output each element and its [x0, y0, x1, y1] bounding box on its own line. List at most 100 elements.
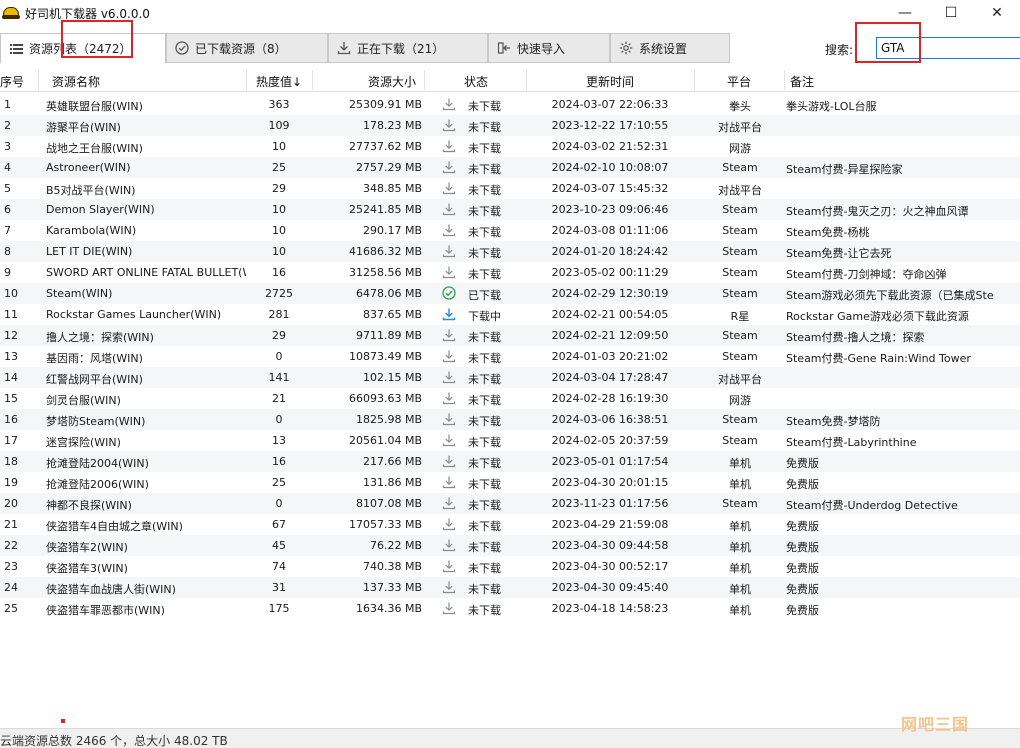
download-icon[interactable] — [442, 370, 458, 384]
download-icon[interactable] — [442, 118, 458, 132]
cell-platform: 单机 — [729, 604, 751, 617]
table-row[interactable]: 10 Steam(WIN) 2725 6478.06 MB 已下载 2024-02-29 … — [0, 283, 1020, 304]
cell-name: Demon Slayer(WIN) — [46, 203, 155, 216]
table-row[interactable]: 20 神都不良探(WIN) 0 8107.08 MB 未下载 2023-11-23 01:… — [0, 493, 1020, 514]
cell-status: 未下载 — [468, 499, 501, 512]
cell-note: 免费版 — [786, 478, 819, 491]
cell-time: 2024-02-28 16:19:30 — [551, 392, 669, 405]
cell-size: 66093.63 MB — [348, 392, 422, 405]
table-row[interactable]: 24 侠盗猎车血战唐人街(WIN) 31 137.33 MB 未下载 2023-04-30… — [0, 577, 1020, 598]
tab-quick-import[interactable]: 快速导入 — [488, 33, 610, 63]
cell-time: 2024-03-04 17:28:47 — [551, 371, 669, 384]
column-header-time[interactable]: 更新时间 — [586, 73, 634, 90]
table-row[interactable]: 18 抢滩登陆2004(WIN) 16 217.66 MB 未下载 2023-05-01 … — [0, 451, 1020, 472]
download-icon[interactable] — [442, 412, 458, 426]
search-input[interactable] — [876, 37, 1020, 59]
cell-status: 未下载 — [468, 373, 501, 386]
cell-name: 撸人之境：探索(WIN) — [46, 331, 154, 344]
status-text: 云端资源总数 2466 个，总大小 48.02 TB — [0, 734, 228, 748]
cell-size: 740.38 MB — [362, 560, 422, 573]
check-circle-icon[interactable] — [442, 286, 458, 300]
column-header-note[interactable]: 备注 — [790, 73, 814, 90]
cell-name: 梦塔防Steam(WIN) — [46, 415, 146, 428]
download-icon[interactable] — [442, 601, 458, 615]
table-row[interactable]: 12 撸人之境：探索(WIN) 29 9711.89 MB 未下载 2024-02-21 … — [0, 325, 1020, 346]
table-row[interactable]: 5 B5对战平台(WIN) 29 348.85 MB 未下载 2024-03-07 15:… — [0, 178, 1020, 199]
close-button[interactable]: ✕ — [974, 0, 1020, 26]
table-row[interactable]: 17 迷宫探险(WIN) 13 20561.04 MB 未下载 2024-02-05 20… — [0, 430, 1020, 451]
cell-heat: 0 — [275, 413, 283, 426]
download-icon[interactable] — [442, 97, 458, 111]
download-icon[interactable] — [442, 538, 458, 552]
download-icon[interactable] — [442, 181, 458, 195]
tab-label: 资源列表（2472） — [29, 42, 132, 56]
tab-settings[interactable]: 系统设置 — [610, 33, 730, 63]
cell-status: 未下载 — [468, 457, 501, 470]
column-header-name[interactable]: 资源名称 — [52, 73, 100, 90]
table-row[interactable]: 2 游聚平台(WIN) 109 178.23 MB 未下载 2023-12-22 17:1… — [0, 115, 1020, 136]
cell-note: Steam付费-异星探险家 — [786, 163, 903, 176]
download-icon[interactable] — [442, 223, 458, 237]
table-row[interactable]: 22 侠盗猎车2(WIN) 45 76.22 MB 未下载 2023-04-30 09:4… — [0, 535, 1020, 556]
column-header-heat[interactable]: 热度值↓ — [256, 73, 302, 90]
download-icon[interactable] — [442, 328, 458, 342]
download-icon[interactable] — [442, 244, 458, 258]
download-icon[interactable] — [442, 580, 458, 594]
download-icon[interactable] — [442, 454, 458, 468]
minimize-button[interactable]: — — [882, 0, 928, 26]
table-row[interactable]: 15 剑灵台服(WIN) 21 66093.63 MB 未下载 2024-02-28 16… — [0, 388, 1020, 409]
table-row[interactable]: 16 梦塔防Steam(WIN) 0 1825.98 MB 未下载 2024-03-06 … — [0, 409, 1020, 430]
table-row[interactable]: 6 Demon Slayer(WIN) 10 25241.85 MB 未下载 2023-1… — [0, 199, 1020, 220]
column-header-idx[interactable]: 序号 — [0, 73, 24, 90]
download-icon[interactable] — [442, 433, 458, 447]
maximize-button[interactable]: ☐ — [928, 0, 974, 26]
table-row[interactable]: 4 Astroneer(WIN) 25 2757.29 MB 未下载 2024-02-10… — [0, 157, 1020, 178]
cell-status: 未下载 — [468, 478, 501, 491]
tab-downloaded[interactable]: 已下载资源（8） — [166, 33, 328, 63]
download-icon[interactable] — [442, 517, 458, 531]
cell-time: 2024-03-06 16:38:51 — [551, 413, 669, 426]
table-row[interactable]: 8 LET IT DIE(WIN) 10 41686.32 MB 未下载 2024-01-… — [0, 241, 1020, 262]
cell-status: 未下载 — [468, 121, 501, 134]
table-row[interactable]: 9 SWORD ART ONLINE FATAL BULLET(WIN) 16 312… — [0, 262, 1020, 283]
table-row[interactable]: 25 侠盗猎车罪恶都市(WIN) 175 1634.36 MB 未下载 2023-04-1… — [0, 598, 1020, 619]
cell-platform: Steam — [722, 350, 758, 363]
cell-platform: 单机 — [729, 478, 751, 491]
table-row[interactable]: 21 侠盗猎车4自由城之章(WIN) 67 17057.33 MB 未下载 2023-04… — [0, 514, 1020, 535]
table-row[interactable]: 3 战地之王台服(WIN) 10 27737.62 MB 未下载 2024-03-02 2… — [0, 136, 1020, 157]
cell-heat: 31 — [272, 581, 286, 594]
cell-size: 17057.33 MB — [348, 518, 422, 531]
import-icon — [497, 41, 511, 55]
table-row[interactable]: 11 Rockstar Games Launcher(WIN) 281 837.65 … — [0, 304, 1020, 325]
download-icon[interactable] — [442, 265, 458, 279]
download-icon[interactable] — [442, 391, 458, 405]
download-icon[interactable] — [442, 496, 458, 510]
cell-size: 290.17 MB — [362, 224, 422, 237]
list-icon — [9, 42, 23, 56]
cell-note: Steam付费-Gene Rain:Wind Tower — [786, 352, 971, 365]
download-icon[interactable] — [442, 202, 458, 216]
column-header-status[interactable]: 状态 — [464, 73, 488, 90]
download-icon[interactable] — [442, 349, 458, 363]
table-row[interactable]: 19 抢滩登陆2006(WIN) 25 131.86 MB 未下载 2023-04-30 … — [0, 472, 1020, 493]
column-header-platform[interactable]: 平台 — [727, 73, 751, 90]
cell-heat: 25 — [272, 161, 286, 174]
tab-resource-list[interactable]: 资源列表（2472） — [0, 33, 166, 64]
downloading-icon[interactable] — [442, 307, 458, 321]
table-row[interactable]: 23 侠盗猎车3(WIN) 74 740.38 MB 未下载 2023-04-30 00:… — [0, 556, 1020, 577]
cell-idx: 5 — [4, 182, 11, 195]
download-icon[interactable] — [442, 475, 458, 489]
download-icon[interactable] — [442, 139, 458, 153]
column-header-size[interactable]: 资源大小 — [368, 73, 416, 90]
table-row[interactable]: 13 基因雨：风塔(WIN) 0 10873.49 MB 未下载 2024-01-03 2… — [0, 346, 1020, 367]
cell-status: 未下载 — [468, 205, 501, 218]
cell-size: 25309.91 MB — [348, 98, 422, 111]
table-row[interactable]: 1 英雄联盟台服(WIN) 363 25309.91 MB 未下载 2024-03-07 … — [0, 94, 1020, 115]
tab-downloading[interactable]: 正在下载（21） — [328, 33, 488, 63]
download-icon[interactable] — [442, 559, 458, 573]
cell-platform: 单机 — [729, 541, 751, 554]
table-row[interactable]: 14 红警战网平台(WIN) 141 102.15 MB 未下载 2024-03-04 1… — [0, 367, 1020, 388]
download-icon[interactable] — [442, 160, 458, 174]
cell-size: 348.85 MB — [362, 182, 422, 195]
table-row[interactable]: 7 Karambola(WIN) 10 290.17 MB 未下载 2024-03-08 … — [0, 220, 1020, 241]
